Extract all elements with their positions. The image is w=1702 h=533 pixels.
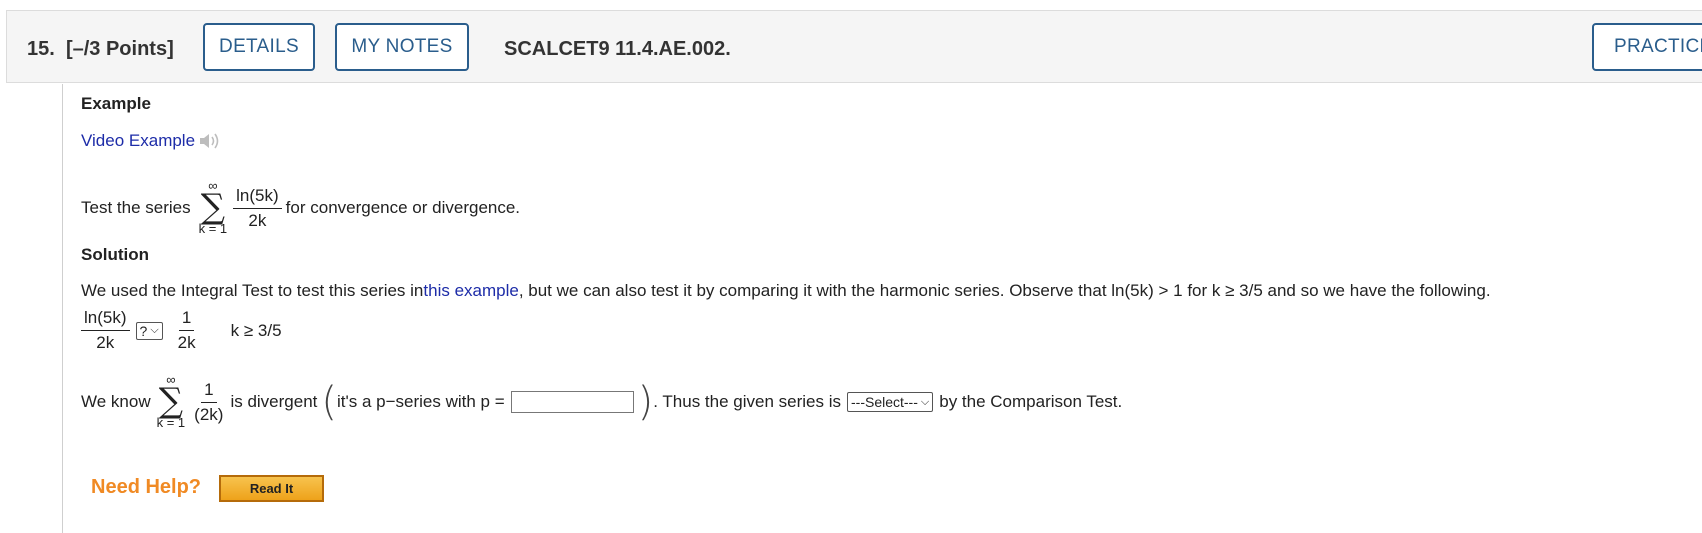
problem-code: SCALCET9 11.4.AE.002.	[504, 38, 731, 60]
problem-statement: Test the series ∞ ∑ k = 1 ln(5k) 2k for …	[81, 178, 521, 236]
comparison-text: by the Comparison Test.	[939, 392, 1123, 411]
open-paren: (	[321, 379, 337, 425]
speaker-icon[interactable]	[197, 130, 221, 152]
close-paren: )	[637, 379, 654, 425]
inequality-select[interactable]: ? ⌵	[135, 321, 163, 340]
ineq-left-denominator: 2k	[96, 333, 115, 352]
p-value-input[interactable]	[510, 391, 634, 413]
question-number: 15. [–/3 Points]	[27, 38, 174, 60]
need-help-label: Need Help?	[91, 476, 202, 498]
inequality-select-value: ?	[139, 322, 148, 339]
read-it-button[interactable]: Read It	[219, 475, 324, 502]
inequality-row: ln(5k) 2k ? ⌵ 1 2k k ≥ 3/5	[81, 308, 282, 353]
term-numerator: ln(5k)	[233, 186, 282, 209]
pseries-text: it's a p−series with p =	[336, 392, 505, 411]
my-notes-button[interactable]: MY NOTES	[335, 23, 469, 71]
question-header: 15. [–/3 Points] DETAILS MY NOTES SCALCE…	[6, 10, 1702, 83]
details-button[interactable]: DETAILS	[203, 23, 315, 71]
divergent-text: is divergent	[230, 392, 318, 411]
ineq-left-numerator: ln(5k)	[81, 308, 130, 331]
inequality-condition: k ≥ 3/5	[230, 320, 282, 340]
problem-prefix: Test the series	[81, 198, 191, 217]
series-term: ln(5k) 2k	[233, 186, 282, 231]
sum-lower-limit: k = 1	[198, 221, 228, 236]
ineq-left-fraction: ln(5k) 2k	[81, 308, 130, 353]
intro-text-2: , but we can also test it by comparing i…	[518, 281, 1491, 300]
solution-heading: Solution	[81, 245, 149, 264]
solution-intro: We used the Integral Test to test this s…	[81, 281, 1491, 301]
term-denominator: 2k	[248, 210, 267, 230]
know-term: 1 (2k)	[191, 380, 226, 425]
content-left-rule	[62, 84, 63, 533]
we-know-row: We know ∞ ∑ k = 1 1 (2k) is divergent ( …	[81, 372, 1123, 430]
video-example-link[interactable]: Video Example	[81, 131, 195, 151]
know-summation-symbol: ∞ ∑ k = 1	[156, 372, 186, 430]
know-term-numerator: 1	[201, 380, 217, 403]
convergence-select[interactable]: ---Select--- ⌵	[847, 392, 934, 412]
convergence-select-value: ---Select---	[851, 394, 918, 410]
we-know-text: We know	[81, 392, 151, 411]
this-example-link[interactable]: this example	[423, 281, 518, 301]
video-example-row: Video Example	[81, 130, 221, 152]
ineq-right-numerator: 1	[178, 308, 195, 331]
ineq-right-denominator: 2k	[177, 333, 196, 352]
thus-text: . Thus the given series is	[653, 392, 841, 411]
know-term-denominator: (2k)	[194, 404, 224, 424]
intro-text-1: We used the Integral Test to test this s…	[81, 281, 424, 300]
practice-button[interactable]: PRACTICE	[1592, 23, 1702, 71]
chevron-down-icon: ⌵	[150, 324, 159, 336]
summation-symbol: ∞ ∑ k = 1	[198, 178, 228, 236]
example-heading: Example	[81, 94, 151, 113]
chevron-down-icon: ⌵	[920, 395, 930, 408]
points-label: [–/3 Points]	[65, 38, 174, 60]
ineq-right-fraction: 1 2k	[175, 308, 199, 353]
problem-suffix: for convergence or divergence.	[285, 198, 521, 217]
know-sum-lower: k = 1	[156, 415, 186, 430]
